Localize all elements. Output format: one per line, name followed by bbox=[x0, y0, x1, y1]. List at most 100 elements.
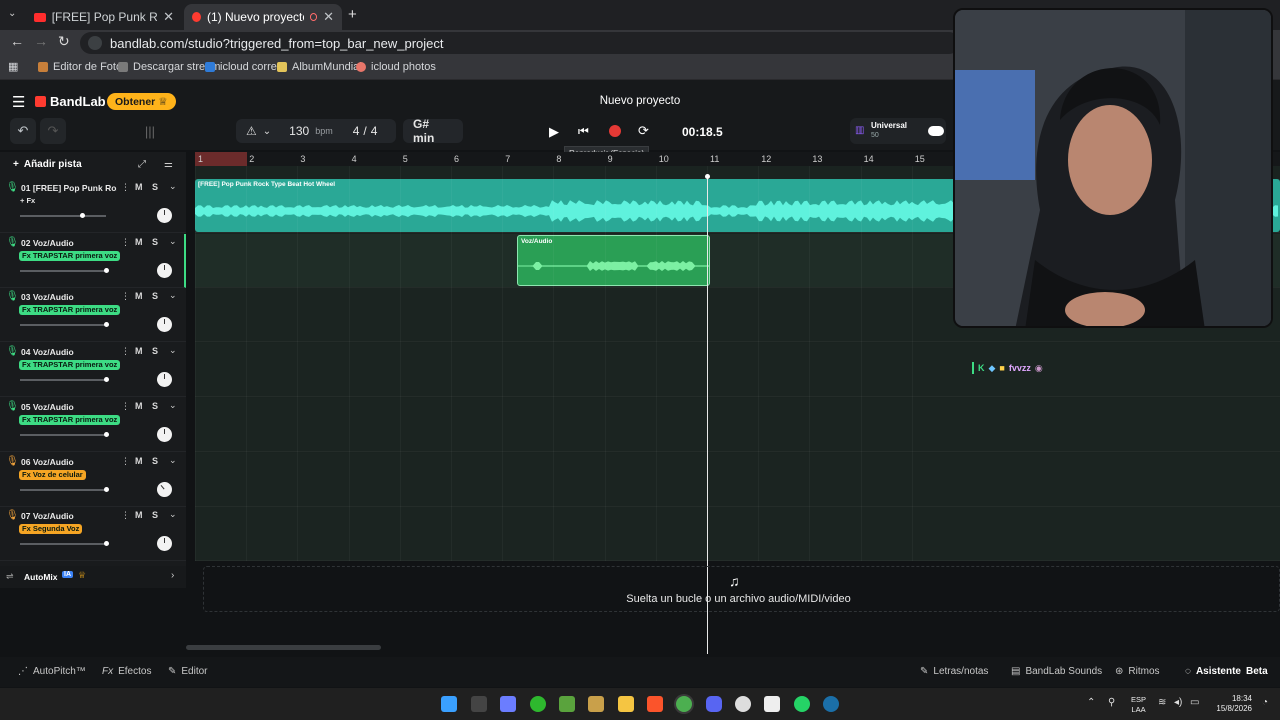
microphone-icon[interactable]: 🎙 bbox=[6, 237, 19, 248]
task-view-icon[interactable] bbox=[471, 696, 487, 712]
track-lane[interactable] bbox=[195, 343, 1280, 398]
volume-knob[interactable] bbox=[104, 431, 109, 437]
store-icon[interactable] bbox=[500, 696, 516, 712]
site-info-icon[interactable] bbox=[88, 36, 102, 50]
solo-button[interactable]: S bbox=[152, 401, 158, 411]
microphone-icon[interactable]: 🎙 bbox=[6, 456, 19, 467]
loop-button[interactable]: ⟳ bbox=[638, 123, 649, 139]
track-header[interactable]: 🎙 05 Voz/Audio ⋮ M S ⌄ Fx TRAPSTAR primera voz bbox=[0, 398, 186, 452]
editor-button[interactable]: ✎ Editor bbox=[168, 666, 208, 677]
solo-button[interactable]: S bbox=[152, 182, 158, 192]
solo-button[interactable]: S bbox=[152, 291, 158, 301]
track-name[interactable]: 05 Voz/Audio bbox=[21, 402, 117, 412]
microphone-icon[interactable]: ⚲ bbox=[1108, 697, 1115, 708]
pan-dial[interactable] bbox=[157, 208, 172, 223]
mute-button[interactable]: M bbox=[135, 346, 143, 356]
pan-dial[interactable] bbox=[157, 372, 172, 388]
effects-chip[interactable]: Fx Segunda Voz bbox=[19, 524, 83, 535]
chevron-down-icon[interactable]: ⌄ bbox=[169, 509, 177, 520]
volume-slider[interactable] bbox=[20, 322, 109, 328]
microphone-icon[interactable]: 🎙 bbox=[6, 401, 19, 412]
volume-knob[interactable] bbox=[104, 541, 109, 547]
app-icon[interactable] bbox=[735, 696, 751, 712]
track-name[interactable]: 03 Voz/Audio bbox=[21, 292, 117, 302]
solo-button[interactable]: S bbox=[152, 237, 158, 247]
automix-row[interactable]: ⇌ AutoMix IA ♕ › bbox=[0, 566, 186, 588]
solo-button[interactable]: S bbox=[152, 346, 158, 356]
reload-icon[interactable]: ↻ bbox=[58, 33, 70, 50]
bookmark-icloud-photos[interactable]: icloud photos bbox=[356, 61, 436, 73]
effects-chip[interactable]: Fx TRAPSTAR primera voz bbox=[19, 414, 121, 425]
whatsapp-icon[interactable] bbox=[794, 696, 810, 712]
solo-button[interactable]: S bbox=[152, 456, 158, 466]
go-to-start-button[interactable]: ⏮ bbox=[578, 124, 589, 139]
horizontal-scrollbar[interactable] bbox=[186, 645, 381, 650]
capcut-icon[interactable] bbox=[764, 696, 780, 712]
more-options-icon[interactable]: ⋮ bbox=[121, 237, 130, 248]
microphone-icon[interactable]: 🎙 bbox=[6, 182, 19, 193]
tab-studio[interactable]: (1) Nuevo proyecto - Studio ✕ bbox=[184, 4, 342, 30]
get-membership-button[interactable]: Obtener ♕ bbox=[107, 93, 176, 110]
volume-knob[interactable] bbox=[104, 322, 109, 328]
assistant-button[interactable]: ◌ Asistente Beta bbox=[1185, 666, 1268, 677]
track-header[interactable]: 🎙 01 [FREE] Pop Punk Ro... ⋮ M S ⌄ + Fx bbox=[0, 179, 186, 233]
track-lane[interactable] bbox=[195, 452, 1280, 507]
tab-youtube[interactable]: [FREE] Pop Punk Rock Type Beat ✕ bbox=[26, 4, 182, 30]
notifications-icon[interactable]: ◔ bbox=[1262, 697, 1268, 708]
track-header[interactable]: 🎙 03 Voz/Audio ⋮ M S ⌄ Fx TRAPSTAR primera voz bbox=[0, 288, 186, 343]
xbox-icon[interactable] bbox=[530, 696, 546, 712]
chevron-down-icon[interactable]: ⌄ bbox=[263, 126, 271, 137]
track-lane[interactable] bbox=[195, 507, 1280, 562]
mute-button[interactable]: M bbox=[135, 456, 143, 466]
toggle-switch[interactable] bbox=[928, 126, 944, 136]
microphone-icon[interactable]: 🎙 bbox=[6, 291, 19, 302]
piano-keys-button[interactable]: ||| bbox=[137, 118, 163, 144]
url-field[interactable]: bandlab.com/studio?triggered_from=top_ba… bbox=[80, 32, 960, 54]
minecraft-icon[interactable] bbox=[559, 696, 575, 712]
lyrics-button[interactable]: ✎ Letras/notas bbox=[920, 666, 988, 677]
game-icon[interactable] bbox=[588, 696, 604, 712]
volume-slider[interactable] bbox=[20, 541, 109, 547]
more-options-icon[interactable]: ⋮ bbox=[121, 182, 130, 193]
track-name[interactable]: 07 Voz/Audio bbox=[21, 511, 117, 521]
tray-chevron-icon[interactable]: ⌃ bbox=[1087, 697, 1095, 708]
more-options-icon[interactable]: ⋮ bbox=[121, 456, 130, 467]
vocal-audio-clip[interactable]: Voz/Audio bbox=[517, 235, 710, 286]
record-button[interactable] bbox=[609, 125, 621, 137]
pan-dial[interactable] bbox=[157, 536, 172, 552]
tab-search-icon[interactable]: ⌄ bbox=[8, 8, 16, 19]
mute-button[interactable]: M bbox=[135, 401, 143, 411]
track-lane[interactable] bbox=[195, 397, 1280, 452]
track-header[interactable]: 🎙 02 Voz/Audio ⋮ M S ⌄ Fx TRAPSTAR primera voz bbox=[0, 233, 186, 288]
solo-button[interactable]: S bbox=[152, 510, 158, 520]
play-button[interactable]: ▶ bbox=[549, 124, 559, 140]
volume-slider[interactable] bbox=[20, 267, 109, 273]
effects-chip[interactable]: Fx Voz de celular bbox=[19, 469, 86, 480]
brave-icon[interactable] bbox=[647, 696, 663, 712]
volume-slider[interactable] bbox=[20, 213, 106, 218]
volume-slider[interactable] bbox=[20, 377, 109, 383]
volume-knob[interactable] bbox=[80, 213, 85, 218]
track-name[interactable]: 02 Voz/Audio bbox=[21, 238, 117, 248]
bandlab-logo[interactable]: BandLab bbox=[35, 94, 106, 109]
time-signature[interactable]: 4 / 4 bbox=[353, 124, 378, 138]
track-header[interactable]: 🎙 04 Voz/Audio ⋮ M S ⌄ Fx TRAPSTAR primera voz bbox=[0, 343, 186, 398]
chevron-down-icon[interactable]: ⌄ bbox=[169, 455, 177, 466]
close-icon[interactable]: ✕ bbox=[163, 9, 174, 25]
volume-slider[interactable] bbox=[20, 431, 109, 437]
bookmark-albummundial[interactable]: AlbumMundial bbox=[277, 61, 362, 73]
microphone-icon[interactable]: 🎙 bbox=[6, 510, 19, 521]
track-name[interactable]: 04 Voz/Audio bbox=[21, 347, 117, 357]
effects-chip[interactable]: Fx TRAPSTAR primera voz bbox=[19, 305, 121, 316]
more-options-icon[interactable]: ⋮ bbox=[121, 346, 130, 357]
metronome-icon[interactable]: ⚠ bbox=[246, 124, 257, 138]
folder-icon[interactable] bbox=[618, 696, 634, 712]
clock[interactable]: 18:34 15/8/2026 bbox=[1212, 694, 1252, 714]
wand-icon[interactable]: ⤢ bbox=[138, 159, 146, 170]
preset-selector[interactable]: ▥ Universal 50 bbox=[850, 118, 946, 144]
volume-knob[interactable] bbox=[104, 377, 109, 383]
effects-chip[interactable]: Fx TRAPSTAR primera voz bbox=[19, 360, 121, 371]
effects-chip[interactable]: + Fx bbox=[19, 196, 36, 206]
chevron-down-icon[interactable]: ⌄ bbox=[169, 400, 177, 411]
battery-icon[interactable]: ▭ bbox=[1190, 697, 1199, 708]
